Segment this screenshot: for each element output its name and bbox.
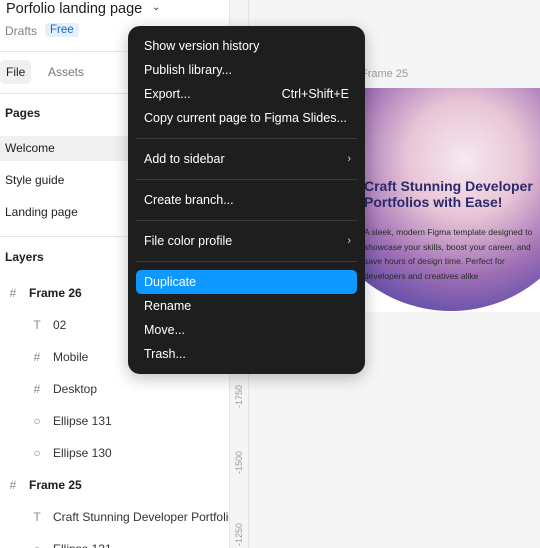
file-title[interactable]: Porfolio landing page	[6, 1, 142, 17]
chevron-right-icon: ›	[347, 235, 351, 247]
ellipse-icon: ○	[33, 414, 41, 428]
layer-row[interactable]: T Craft Stunning Developer Portfolios wi…	[0, 505, 229, 529]
tab-assets[interactable]: Assets	[42, 60, 90, 84]
menu-item-duplicate[interactable]: Duplicate	[136, 270, 357, 294]
menu-item-label: Move...	[144, 323, 185, 337]
layer-label: Frame 26	[29, 286, 82, 300]
menu-separator	[136, 220, 357, 221]
menu-item-add-to-sidebar[interactable]: Add to sidebar ›	[136, 147, 357, 171]
layer-label: Ellipse 130	[53, 446, 112, 460]
ruler-label: -1500	[234, 450, 244, 474]
menu-item-label: Create branch...	[144, 193, 234, 207]
menu-item-label: Copy current page to Figma Slides...	[144, 111, 347, 125]
menu-item-show-version-history[interactable]: Show version history	[136, 34, 357, 58]
layer-label: Craft Stunning Developer Portfolios with…	[53, 510, 229, 524]
layer-row[interactable]: ○ Ellipse 131	[0, 537, 229, 548]
frame-preview[interactable]: Craft Stunning Developer Portfolios with…	[361, 88, 540, 312]
layer-row[interactable]: # Frame 25	[0, 473, 229, 497]
menu-item-label: Show version history	[144, 39, 260, 53]
menu-item-label: Export...	[144, 87, 191, 101]
menu-item-create-branch[interactable]: Create branch...	[136, 188, 357, 212]
tab-file[interactable]: File	[0, 60, 32, 84]
menu-item-label: Rename	[144, 299, 192, 313]
context-menu: Show version history Publish library... …	[128, 26, 365, 374]
menu-item-label: File color profile	[144, 234, 233, 248]
layer-row[interactable]: # Desktop	[0, 377, 229, 401]
ellipse-icon: ○	[30, 537, 44, 548]
frame-icon: #	[33, 382, 41, 396]
menu-item-publish-library[interactable]: Publish library...	[136, 58, 357, 82]
menu-item-label: Add to sidebar	[144, 152, 225, 166]
menu-separator	[136, 261, 357, 262]
frame-body-text: A sleek, modern Figma template designed …	[364, 227, 533, 281]
ruler-label: -1250	[234, 522, 244, 546]
pages-section-title: Pages	[5, 106, 41, 120]
layer-label: Ellipse 131	[53, 414, 112, 428]
menu-item-file-color-profile[interactable]: File color profile ›	[136, 229, 357, 253]
menu-shortcut: Ctrl+Shift+E	[281, 87, 349, 101]
menu-item-trash[interactable]: Trash...	[136, 342, 357, 366]
menu-separator	[136, 138, 357, 139]
layers-section-title: Layers	[5, 250, 44, 264]
plan-badge: Free	[45, 23, 79, 37]
text-icon: T	[33, 510, 41, 524]
menu-item-label: Trash...	[144, 347, 186, 361]
frame-icon: #	[33, 350, 41, 364]
menu-item-copy-to-slides[interactable]: Copy current page to Figma Slides...	[136, 106, 357, 130]
layer-label: Desktop	[53, 382, 98, 396]
frame-label[interactable]: Frame 25	[361, 68, 408, 80]
text-icon: T	[33, 318, 41, 332]
layer-label: Frame 25	[29, 478, 82, 492]
layer-row[interactable]: ○ Ellipse 130	[0, 441, 229, 465]
menu-item-move[interactable]: Move...	[136, 318, 357, 342]
chevron-right-icon: ›	[347, 153, 351, 165]
menu-item-label: Duplicate	[144, 275, 197, 289]
menu-separator	[136, 179, 357, 180]
frame-icon: #	[9, 286, 17, 300]
frame-icon: #	[9, 478, 17, 492]
layer-label: Mobile	[53, 350, 89, 364]
layer-label: Ellipse 131	[53, 537, 112, 548]
layer-label: 02	[53, 318, 67, 332]
menu-item-rename[interactable]: Rename	[136, 294, 357, 318]
menu-item-export[interactable]: Export... Ctrl+Shift+E	[136, 82, 357, 106]
layer-row[interactable]: ○ Ellipse 131	[0, 409, 229, 433]
frame-heading: Craft Stunning Developer Portfolios with…	[364, 178, 533, 210]
menu-item-label: Publish library...	[144, 63, 232, 77]
chevron-down-icon[interactable]: ⌄	[152, 2, 160, 13]
drafts-location[interactable]: Drafts	[5, 24, 37, 38]
ellipse-icon: ○	[33, 446, 41, 460]
ruler-label: -1750	[234, 384, 244, 408]
